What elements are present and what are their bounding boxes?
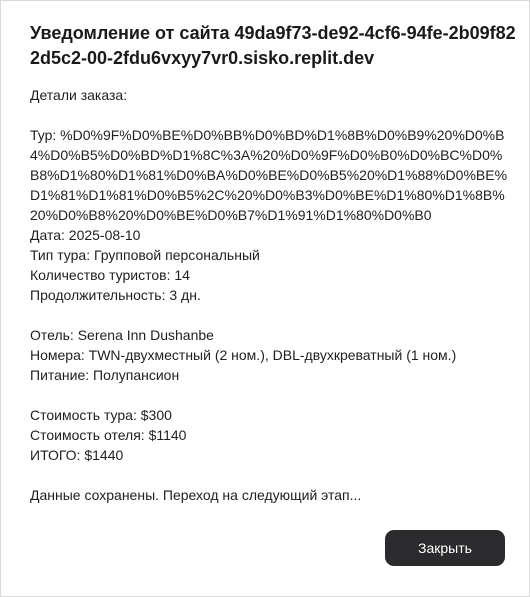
message-line-blank (30, 465, 508, 485)
message-line-tour-cost: Стоимость тура: $300 (30, 407, 172, 423)
message-line-total: ИТОГО: $1440 (30, 447, 124, 463)
message-line-tour-type: Тип тура: Групповой персональный (30, 247, 260, 263)
message-line-status: Данные сохранены. Переход на следующий э… (30, 487, 362, 503)
dialog-message: Детали заказа: Тур: %D0%9F%D0%BE%D0%BB%D… (30, 85, 508, 505)
message-line-heading: Детали заказа: (30, 87, 128, 103)
message-line-hotel: Отель: Serena Inn Dushanbe (30, 327, 214, 343)
message-line-tourists: Количество туристов: 14 (30, 267, 190, 283)
message-line-duration: Продолжительность: 3 дн. (30, 287, 201, 303)
message-line-blank (30, 105, 508, 125)
message-line-blank (30, 385, 508, 405)
alert-dialog: Уведомление от сайта 49da9f73-de92-4cf6-… (0, 0, 530, 597)
close-button[interactable]: Закрыть (385, 530, 505, 566)
message-line-date: Дата: 2025-08-10 (30, 227, 141, 243)
message-line-meals: Питание: Полупансион (30, 367, 180, 383)
message-line-hotel-cost: Стоимость отеля: $1140 (30, 427, 187, 443)
dialog-title: Уведомление от сайта 49da9f73-de92-4cf6-… (30, 23, 516, 68)
message-line-rooms: Номера: TWN-двухместный (2 ном.), DBL-дв… (30, 347, 457, 363)
message-line-tour: Тур: %D0%9F%D0%BE%D0%BB%D0%BD%D1%8B%D0%B… (30, 127, 508, 223)
message-line-blank (30, 305, 508, 325)
